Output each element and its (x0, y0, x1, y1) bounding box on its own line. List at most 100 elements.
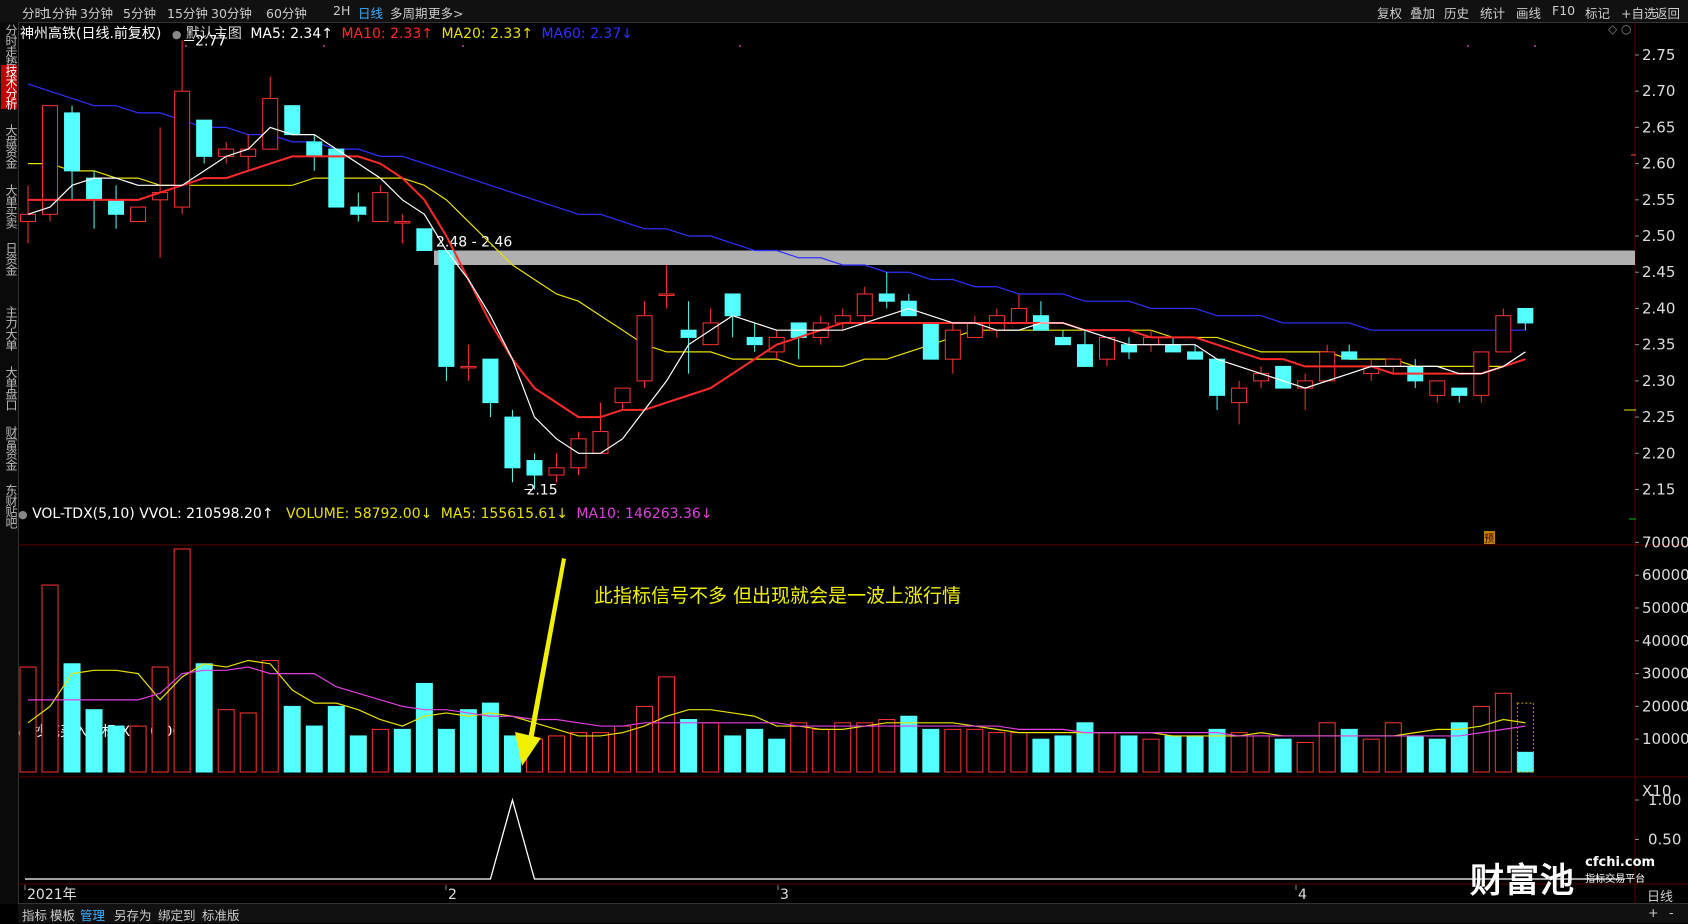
volume-bar-up[interactable] (41, 584, 59, 773)
volume-bar-down[interactable] (1120, 735, 1138, 773)
candle-down[interactable] (878, 293, 895, 302)
candle-up[interactable] (20, 213, 36, 223)
volume-bar-up[interactable] (261, 659, 279, 773)
volume-bar-down[interactable] (680, 719, 698, 773)
candle-up[interactable] (372, 192, 389, 223)
candle-down[interactable] (1275, 365, 1292, 389)
volume-bar-up[interactable] (1230, 732, 1248, 773)
volume-bar-up[interactable] (570, 732, 587, 773)
volume-bar-up[interactable] (966, 728, 984, 773)
bottom-tab-3[interactable]: 另存为 (114, 905, 152, 924)
candle-up[interactable] (856, 293, 873, 317)
candle-down[interactable] (746, 336, 763, 346)
candle-down[interactable] (196, 119, 213, 157)
volume-bar-down[interactable] (107, 725, 125, 773)
candle-down[interactable] (680, 329, 697, 338)
volume-bar-down[interactable] (327, 705, 345, 773)
volume-bar-up[interactable] (1494, 692, 1512, 773)
candle-down[interactable] (724, 293, 741, 317)
volume-bar-down[interactable] (900, 715, 918, 773)
volume-bar-up[interactable] (658, 676, 676, 773)
volume-bar-down[interactable] (1516, 751, 1534, 773)
volume-bar-down[interactable] (1164, 735, 1182, 773)
volume-bar-down[interactable] (459, 709, 477, 773)
candle-down[interactable] (1341, 351, 1358, 360)
candle-up[interactable] (218, 148, 235, 157)
volume-bar-down[interactable] (1450, 722, 1468, 773)
candle-up[interactable] (130, 206, 147, 223)
zoom-out-button[interactable]: - (1669, 905, 1674, 920)
bottom-tab-4[interactable]: 绑定到 (158, 905, 196, 924)
volume-bar-down[interactable] (305, 725, 323, 773)
volume-bar-down[interactable] (63, 663, 81, 773)
volume-bar-up[interactable] (371, 728, 389, 773)
volume-bar-up[interactable] (547, 735, 565, 773)
volume-bar-up[interactable] (151, 666, 169, 773)
volume-bar-up[interactable] (636, 705, 654, 773)
volume-bar-down[interactable] (1186, 735, 1204, 773)
volume-bar-down[interactable] (1274, 738, 1292, 773)
candle-down[interactable] (306, 141, 323, 157)
bottom-tab-0[interactable]: 指标 (22, 905, 47, 924)
volume-bar-down[interactable] (415, 682, 433, 773)
candle-down[interactable] (1209, 358, 1226, 396)
candle-up[interactable] (1098, 336, 1115, 360)
candle-up[interactable] (1010, 307, 1027, 324)
volume-bar-up[interactable] (1362, 738, 1380, 773)
candle-up[interactable] (614, 387, 631, 404)
candle-up[interactable] (548, 467, 565, 476)
candle-up[interactable] (1297, 380, 1314, 389)
volume-bar-down[interactable] (85, 709, 103, 773)
volume-bar-down[interactable] (724, 735, 742, 773)
volume-bar-down[interactable] (393, 728, 411, 773)
volume-bar-up[interactable] (173, 548, 191, 773)
candle-down[interactable] (284, 105, 301, 136)
volume-bar-up[interactable] (988, 732, 1006, 773)
candle-up[interactable] (1495, 315, 1512, 353)
volume-bar-up[interactable] (1472, 705, 1490, 773)
candle-up[interactable] (1385, 358, 1402, 367)
volume-bar-up[interactable] (1142, 738, 1160, 773)
gear-icon[interactable]: ○ (1621, 22, 1631, 36)
candle-down[interactable] (328, 148, 345, 208)
candle-up[interactable] (658, 293, 675, 296)
candle-up[interactable] (394, 221, 411, 224)
candle-down[interactable] (108, 199, 125, 215)
bottom-tab-1[interactable]: 模板 (50, 905, 75, 924)
volume-bar-up[interactable] (812, 728, 830, 773)
candle-up[interactable] (834, 315, 851, 324)
volume-bar-down[interactable] (1054, 735, 1072, 773)
bottom-tab-5[interactable]: 标准版 (202, 905, 240, 924)
volume-bar-up[interactable] (1010, 732, 1028, 773)
volume-bar-up[interactable] (878, 719, 896, 773)
volume-bar-up[interactable] (217, 709, 235, 773)
volume-bar-up[interactable] (1098, 732, 1116, 773)
bottom-tab-2[interactable]: 管理 (80, 905, 105, 924)
candle-down[interactable] (438, 250, 455, 367)
candle-up[interactable] (42, 105, 59, 215)
candle-up[interactable] (240, 148, 257, 157)
volume-bar-down[interactable] (1032, 738, 1050, 773)
volume-bar-down[interactable] (195, 663, 213, 773)
volume-bar-up[interactable] (1252, 735, 1270, 773)
volume-bar-down[interactable] (1076, 722, 1094, 773)
candle-down[interactable] (1054, 336, 1071, 346)
candle-down[interactable] (526, 460, 543, 476)
volume-bar-down[interactable] (746, 728, 764, 773)
volume-bar-up[interactable] (944, 728, 962, 773)
candle-up[interactable] (460, 365, 477, 369)
volume-bar-down[interactable] (1428, 738, 1446, 773)
zoom-in-button[interactable]: + (1648, 905, 1658, 920)
volume-bar-up[interactable] (1318, 722, 1336, 773)
candle-down[interactable] (482, 358, 499, 404)
candle-up[interactable] (1429, 380, 1446, 396)
volume-bar-up[interactable] (856, 722, 874, 773)
volume-bar-up[interactable] (19, 666, 37, 773)
candle-up[interactable] (636, 315, 653, 382)
volume-bar-up[interactable] (1296, 741, 1314, 773)
volume-bar-down[interactable] (768, 738, 786, 773)
candle-down[interactable] (1451, 387, 1468, 396)
volume-bar-up[interactable] (834, 722, 852, 773)
candle-down[interactable] (504, 416, 521, 469)
volume-bar-down[interactable] (437, 728, 455, 773)
